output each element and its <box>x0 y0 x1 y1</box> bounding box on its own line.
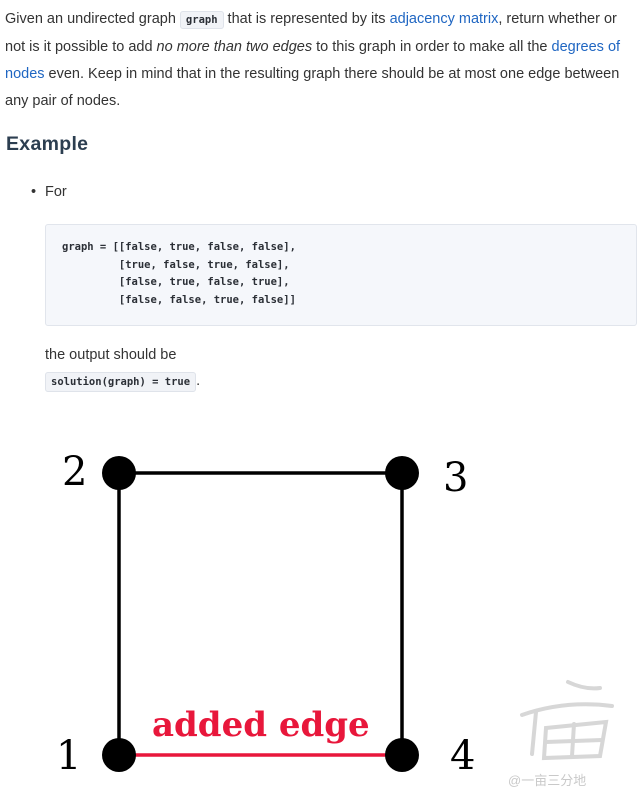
watermark-logo <box>520 680 614 761</box>
node-1 <box>102 738 136 772</box>
node-2 <box>102 456 136 490</box>
node-label-4: 4 <box>450 733 475 779</box>
node-4 <box>385 738 419 772</box>
node-label-1: 1 <box>56 733 81 779</box>
node-label-3: 3 <box>443 455 468 501</box>
node-label-2: 2 <box>62 449 87 495</box>
added-edge-label: added edge <box>152 705 370 745</box>
watermark-text: @一亩三分地 <box>508 773 587 788</box>
graph-diagram: 2 3 1 4 added edge <box>56 449 614 779</box>
node-3 <box>385 456 419 490</box>
